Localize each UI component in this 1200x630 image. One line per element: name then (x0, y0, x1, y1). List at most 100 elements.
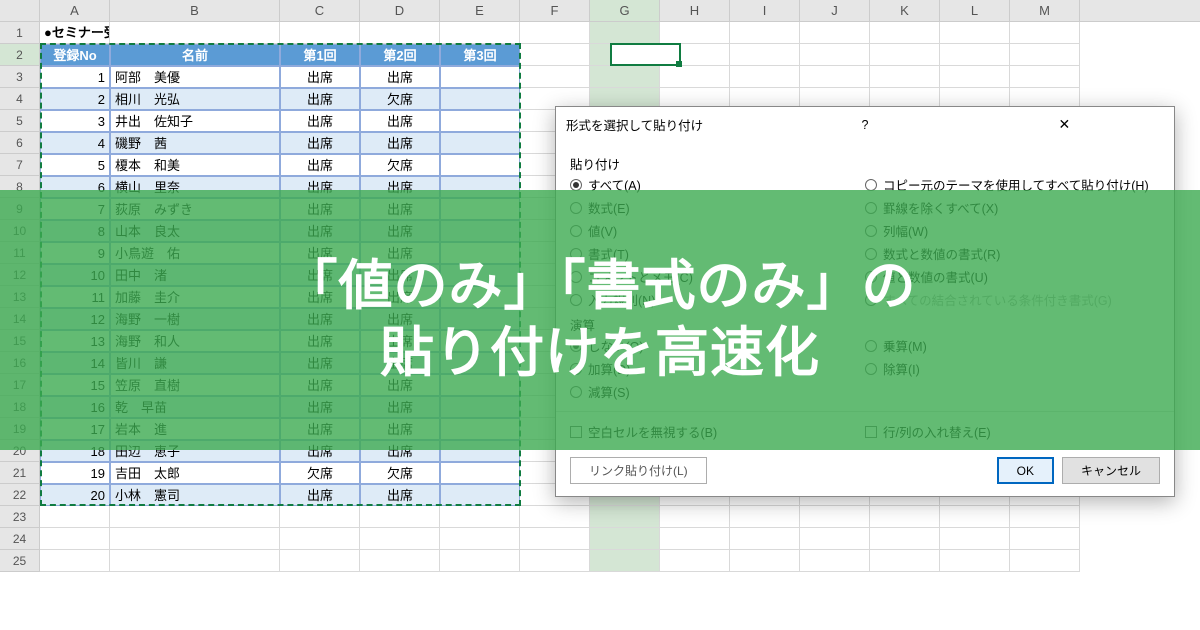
cell[interactable] (520, 506, 590, 528)
row-header[interactable]: 7 (0, 154, 40, 176)
row-header[interactable]: 23 (0, 506, 40, 528)
cell[interactable] (940, 44, 1010, 66)
row-header[interactable]: 24 (0, 528, 40, 550)
cell[interactable]: 欠席 (280, 462, 360, 484)
cell[interactable]: 磯野 茜 (110, 132, 280, 154)
col-header-b[interactable]: B (110, 0, 280, 21)
cell[interactable] (730, 22, 800, 44)
cell[interactable]: 阿部 美優 (110, 66, 280, 88)
col-header-d[interactable]: D (360, 0, 440, 21)
close-icon[interactable]: ✕ (965, 116, 1164, 133)
row-header[interactable]: 1 (0, 22, 40, 44)
cell[interactable]: 出席 (360, 110, 440, 132)
cell[interactable] (440, 528, 520, 550)
cell[interactable]: 出席 (280, 110, 360, 132)
cell[interactable]: 20 (40, 484, 110, 506)
cell[interactable]: 19 (40, 462, 110, 484)
cell[interactable] (800, 506, 870, 528)
cell[interactable] (800, 550, 870, 572)
col-header-h[interactable]: H (660, 0, 730, 21)
cell[interactable] (110, 22, 280, 44)
cell[interactable] (940, 506, 1010, 528)
row-header[interactable]: 21 (0, 462, 40, 484)
row-header[interactable]: 4 (0, 88, 40, 110)
cell[interactable] (280, 528, 360, 550)
cell[interactable] (110, 550, 280, 572)
col-header-j[interactable]: J (800, 0, 870, 21)
cell[interactable]: 小林 憲司 (110, 484, 280, 506)
cell[interactable] (440, 22, 520, 44)
paste-link-button[interactable]: リンク貼り付け(L) (570, 457, 707, 484)
row-header[interactable]: 5 (0, 110, 40, 132)
cell[interactable] (440, 88, 520, 110)
cell[interactable] (520, 528, 590, 550)
cell[interactable]: 第3回 (440, 44, 520, 66)
cell[interactable] (590, 550, 660, 572)
cell[interactable]: 相川 光弘 (110, 88, 280, 110)
cell[interactable] (870, 22, 940, 44)
cell[interactable] (870, 66, 940, 88)
cell[interactable] (110, 506, 280, 528)
col-header-c[interactable]: C (280, 0, 360, 21)
cell[interactable]: 出席 (280, 484, 360, 506)
cell[interactable] (730, 66, 800, 88)
cell[interactable] (280, 506, 360, 528)
cell[interactable]: 井出 佐知子 (110, 110, 280, 132)
cell[interactable] (940, 550, 1010, 572)
cell[interactable] (440, 110, 520, 132)
cell[interactable] (730, 528, 800, 550)
cell[interactable] (870, 528, 940, 550)
col-header-l[interactable]: L (940, 0, 1010, 21)
cell[interactable]: ●セミナー受講者名簿 (40, 22, 110, 44)
cell[interactable] (730, 44, 800, 66)
cell[interactable]: 出席 (280, 88, 360, 110)
cell[interactable]: 吉田 太郎 (110, 462, 280, 484)
cell[interactable] (940, 22, 1010, 44)
cell[interactable] (870, 44, 940, 66)
cell[interactable]: 欠席 (360, 462, 440, 484)
cell[interactable] (660, 22, 730, 44)
cell[interactable] (440, 66, 520, 88)
cell[interactable] (1010, 66, 1080, 88)
cell[interactable]: 5 (40, 154, 110, 176)
cell[interactable] (360, 550, 440, 572)
cell[interactable] (520, 44, 590, 66)
cell[interactable]: 2 (40, 88, 110, 110)
col-header-f[interactable]: F (520, 0, 590, 21)
cell[interactable]: 出席 (280, 66, 360, 88)
cell[interactable] (590, 528, 660, 550)
cell[interactable]: 第2回 (360, 44, 440, 66)
cell[interactable]: 出席 (280, 154, 360, 176)
cell[interactable] (440, 550, 520, 572)
cell[interactable]: 出席 (360, 132, 440, 154)
cell[interactable] (730, 550, 800, 572)
cell[interactable] (440, 506, 520, 528)
cell[interactable] (940, 66, 1010, 88)
cell[interactable] (440, 462, 520, 484)
cell[interactable] (440, 484, 520, 506)
cell[interactable] (590, 66, 660, 88)
cell[interactable]: 3 (40, 110, 110, 132)
cell[interactable] (660, 528, 730, 550)
cell[interactable] (520, 550, 590, 572)
cell[interactable] (40, 550, 110, 572)
cell[interactable] (1010, 506, 1080, 528)
cell[interactable] (110, 528, 280, 550)
cell[interactable] (660, 506, 730, 528)
select-all-corner[interactable] (0, 0, 40, 21)
cell[interactable] (800, 44, 870, 66)
cell[interactable] (360, 528, 440, 550)
row-header[interactable]: 22 (0, 484, 40, 506)
cell[interactable] (40, 528, 110, 550)
ok-button[interactable]: OK (997, 457, 1054, 484)
active-cell[interactable] (610, 43, 681, 66)
column-headers[interactable]: A B C D E F G H I J K L M (0, 0, 1200, 22)
cell[interactable] (590, 506, 660, 528)
cell[interactable] (940, 528, 1010, 550)
cell[interactable] (360, 506, 440, 528)
cell[interactable]: 第1回 (280, 44, 360, 66)
cell[interactable]: 榎本 和美 (110, 154, 280, 176)
cell[interactable] (800, 22, 870, 44)
cell[interactable] (660, 66, 730, 88)
cell[interactable]: 1 (40, 66, 110, 88)
